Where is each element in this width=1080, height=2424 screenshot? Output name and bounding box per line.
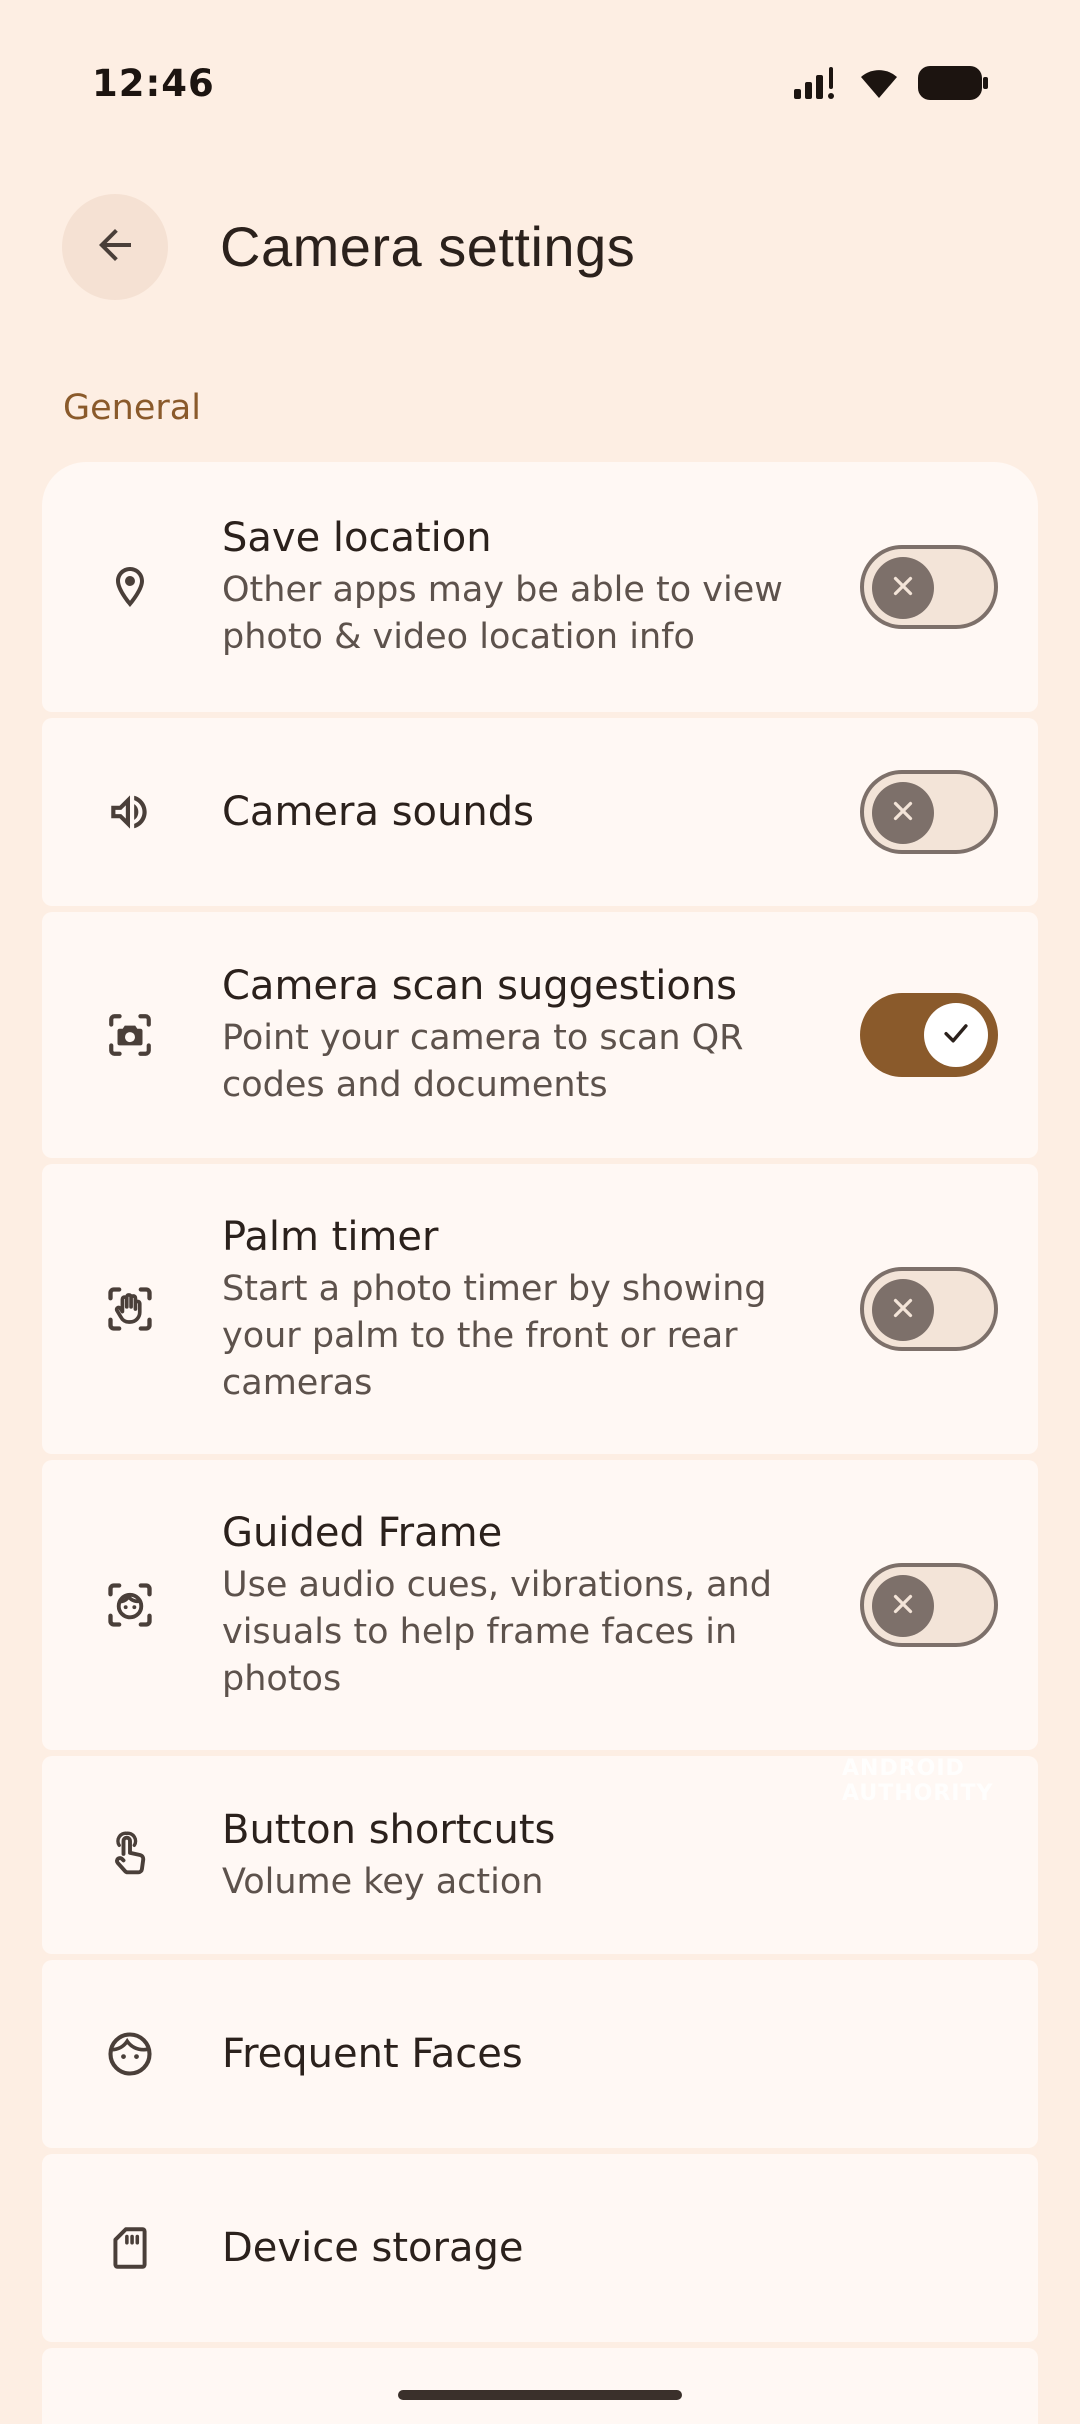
- setting-palm-timer[interactable]: Palm timer Start a photo timer by showin…: [42, 1164, 1038, 1454]
- setting-title: Save location: [222, 515, 492, 561]
- close-icon: [888, 796, 918, 830]
- palm-timer-toggle[interactable]: [860, 1267, 998, 1351]
- close-icon: [888, 1293, 918, 1327]
- page-title: Camera settings: [220, 215, 636, 278]
- signal-icon: [794, 67, 840, 103]
- setting-subtitle: Use audio cues, vibrations, and visuals …: [222, 1564, 772, 1699]
- app-bar: Camera settings: [0, 190, 1080, 310]
- camera-scan-suggestions-toggle[interactable]: [860, 993, 998, 1077]
- check-icon: [939, 1016, 973, 1054]
- save-location-toggle[interactable]: [860, 545, 998, 629]
- battery-icon: [918, 66, 988, 104]
- setting-title: Frequent Faces: [222, 2031, 523, 2077]
- status-icons: [794, 66, 988, 104]
- setting-title: Device storage: [222, 2225, 524, 2271]
- speaker-icon: [102, 784, 158, 840]
- setting-frequent-faces[interactable]: Frequent Faces: [42, 1960, 1038, 2148]
- guided-frame-toggle[interactable]: [860, 1563, 998, 1647]
- setting-title: Camera scan suggestions: [222, 963, 737, 1009]
- section-header-general: General: [63, 388, 201, 428]
- close-icon: [888, 571, 918, 605]
- settings-list: Save location Other apps may be able to …: [42, 462, 1038, 2424]
- setting-subtitle: Point your camera to scan QR codes and d…: [222, 1018, 744, 1105]
- setting-subtitle: Start a photo timer by showing your palm…: [222, 1268, 767, 1403]
- wifi-icon: [858, 67, 900, 103]
- setting-title: Palm timer: [222, 1213, 439, 1260]
- touch-icon: [102, 1827, 158, 1883]
- arrow-back-icon: [91, 221, 139, 273]
- location-pin-icon: [102, 559, 158, 615]
- setting-guided-frame[interactable]: Guided Frame Use audio cues, vibrations,…: [42, 1460, 1038, 1750]
- setting-subtitle: Volume key action: [222, 1861, 544, 1902]
- setting-subtitle: Other apps may be able to view photo & v…: [222, 570, 783, 657]
- status-bar: 12:46: [0, 0, 1080, 170]
- close-icon: [888, 1589, 918, 1623]
- palm-icon: [102, 1281, 158, 1337]
- camera-sounds-toggle[interactable]: [860, 770, 998, 854]
- setting-next-partial[interactable]: [42, 2348, 1038, 2424]
- setting-title: Button shortcuts: [222, 1806, 556, 1853]
- back-button[interactable]: [62, 194, 168, 300]
- setting-title: Guided Frame: [222, 1509, 503, 1556]
- setting-save-location[interactable]: Save location Other apps may be able to …: [42, 462, 1038, 712]
- setting-camera-scan-suggestions[interactable]: Camera scan suggestions Point your camer…: [42, 912, 1038, 1158]
- home-indicator[interactable]: [398, 2390, 682, 2400]
- sd-card-icon: [102, 2220, 158, 2276]
- camera-scan-icon: [102, 1007, 158, 1063]
- status-time: 12:46: [92, 62, 215, 105]
- setting-device-storage[interactable]: Device storage: [42, 2154, 1038, 2342]
- setting-camera-sounds[interactable]: Camera sounds: [42, 718, 1038, 906]
- watermark: ANDROID AUTHORITY: [842, 1756, 994, 1806]
- face-frame-icon: [102, 1577, 158, 1633]
- setting-title: Camera sounds: [222, 789, 534, 835]
- face-icon: [102, 2026, 158, 2082]
